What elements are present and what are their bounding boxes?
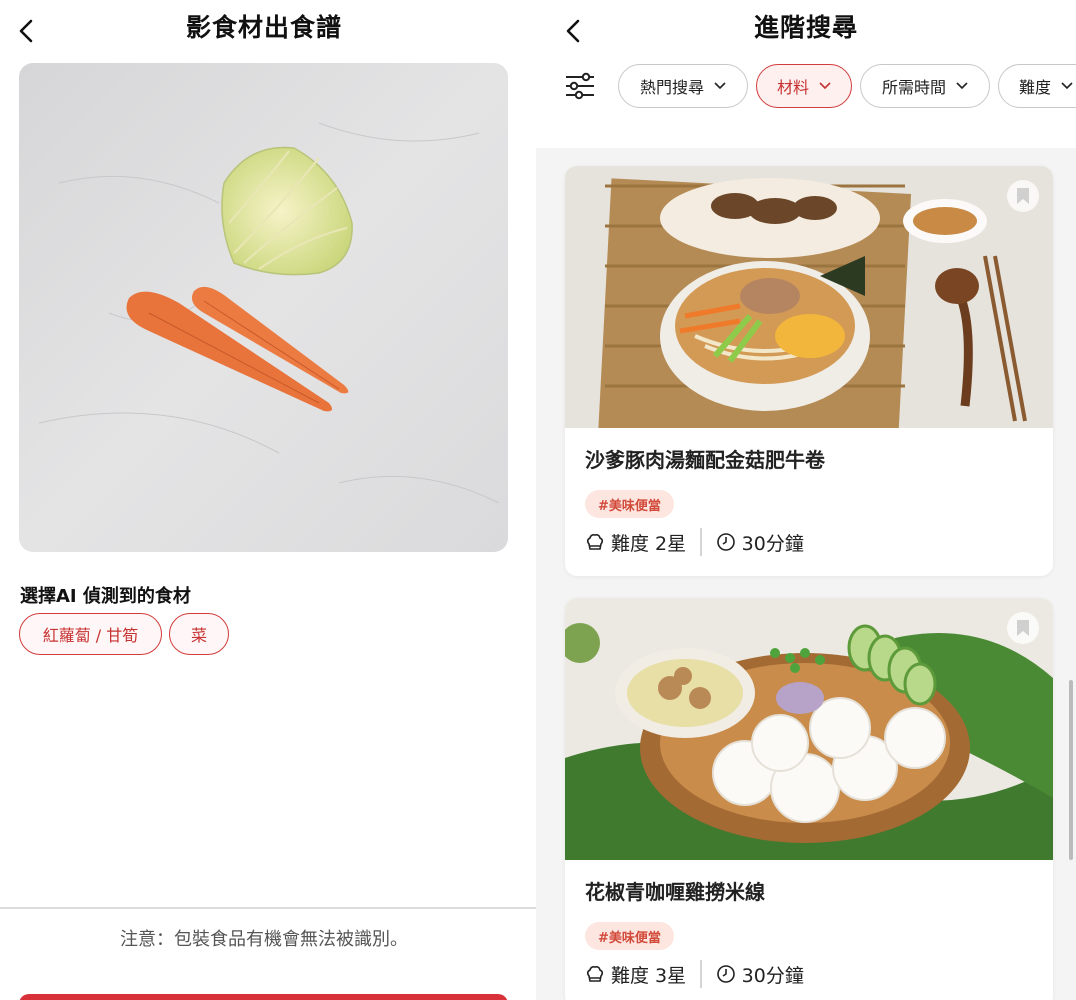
chevron-down-icon	[956, 82, 968, 90]
ingredient-photo	[19, 63, 508, 552]
scrollbar[interactable]	[1069, 680, 1073, 860]
ingredient-photo-screen: 影食材出食譜 選擇AI 偵測到的食材 紅蘿蔔 / 甘筍 菜 注意：包裝食品有機會…	[0, 0, 536, 1000]
recipe-tag[interactable]: #美味便當	[585, 490, 674, 518]
chevron-down-icon	[819, 82, 831, 90]
search-header: 進階搜尋 熱門搜尋 材料 所需時間 難度	[536, 0, 1076, 148]
page-title: 影食材出食譜	[185, 13, 342, 42]
filter-label: 所需時間	[881, 78, 946, 97]
recipe-card[interactable]: 花椒青咖喱雞撈米線 #美味便當 難度 3星 30分鐘	[565, 598, 1053, 1000]
divider	[0, 907, 536, 909]
filter-sliders-icon[interactable]	[564, 72, 596, 100]
page-title: 進階搜尋	[753, 13, 858, 42]
bookmark-button[interactable]	[1007, 612, 1039, 644]
meta-separator	[700, 960, 702, 988]
filter-difficulty[interactable]: 難度	[998, 64, 1076, 108]
recipe-time: 30分鐘	[741, 964, 804, 987]
chef-hat-icon	[586, 966, 604, 982]
recipe-image	[565, 598, 1053, 860]
recipe-meta: 難度 2星 30分鐘	[585, 528, 804, 556]
clock-icon	[716, 965, 735, 983]
clock-icon	[716, 533, 735, 551]
recipe-card[interactable]: 沙爹豚肉湯麵配金菇肥牛卷 #美味便當 難度 2星 30分鐘	[565, 166, 1053, 576]
bookmark-icon	[1017, 188, 1029, 204]
recipe-tag[interactable]: #美味便當	[585, 922, 674, 950]
chip-carrot[interactable]: 紅蘿蔔 / 甘筍	[19, 613, 162, 655]
advanced-search-screen: 進階搜尋 熱門搜尋 材料 所需時間 難度 沙爹豚肉湯麵配金菇肥牛卷 #美味便當 …	[536, 0, 1076, 1000]
filter-time[interactable]: 所需時間	[860, 64, 990, 108]
recipe-title: 花椒青咖喱雞撈米線	[585, 880, 765, 904]
recipe-meta: 難度 3星 30分鐘	[585, 960, 804, 988]
bookmark-icon	[1017, 620, 1029, 636]
bookmark-button[interactable]	[1007, 180, 1039, 212]
chef-hat-icon	[586, 534, 604, 550]
meta-separator	[700, 528, 702, 556]
ai-detected-label: 選擇AI 偵測到的食材	[20, 586, 191, 607]
filter-label: 難度	[1019, 78, 1052, 97]
notice-text: 注意：包裝食品有機會無法被識別。	[120, 929, 408, 950]
recipe-difficulty: 難度 3星	[611, 964, 687, 987]
recipe-image	[565, 166, 1053, 428]
chevron-down-icon	[1061, 82, 1073, 90]
filter-ingredients[interactable]: 材料	[756, 64, 852, 108]
primary-action-button[interactable]	[19, 994, 508, 1000]
filter-label: 材料	[776, 78, 809, 97]
filter-label: 熱門搜尋	[639, 78, 704, 97]
chevron-down-icon	[714, 82, 726, 90]
recipe-title: 沙爹豚肉湯麵配金菇肥牛卷	[585, 448, 825, 472]
chip-vegetable[interactable]: 菜	[169, 613, 229, 655]
filter-popular[interactable]: 熱門搜尋	[618, 64, 748, 108]
recipe-time: 30分鐘	[741, 532, 804, 555]
recipe-difficulty: 難度 2星	[611, 532, 687, 555]
